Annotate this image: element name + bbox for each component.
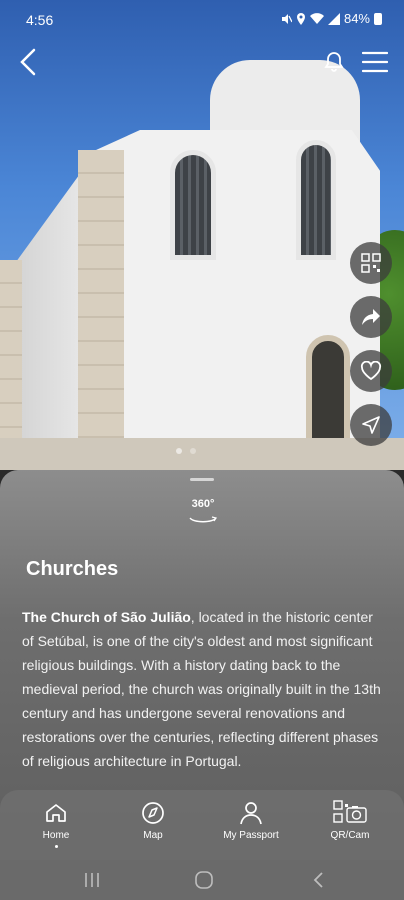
church-base — [0, 438, 404, 470]
view-360-button[interactable]: 360° — [186, 498, 220, 523]
carousel-dot[interactable] — [190, 448, 196, 454]
heart-icon — [360, 361, 382, 381]
qr-camera-icon — [333, 800, 367, 823]
description-text: The Church of São Julião, located in the… — [22, 605, 384, 773]
rotate-360-icon — [189, 516, 217, 523]
back-button[interactable] — [12, 44, 44, 80]
recent-apps-button[interactable] — [80, 868, 104, 892]
stone-pillar — [78, 150, 124, 470]
bottom-navigation: Home Map My Passport QR/Cam — [0, 790, 404, 860]
share-icon — [362, 309, 380, 325]
system-navigation-bar — [0, 860, 404, 900]
description-title: The Church of São Julião — [22, 609, 191, 625]
system-back-button[interactable] — [306, 868, 330, 892]
qr-code-button[interactable] — [350, 242, 392, 284]
category-heading: Churches — [26, 558, 119, 580]
system-home-button[interactable] — [192, 868, 216, 892]
nav-home-label: Home — [42, 830, 70, 841]
chevron-left-icon — [20, 48, 36, 76]
notifications-button[interactable] — [320, 46, 348, 78]
home-icon — [46, 804, 66, 822]
wifi-icon — [309, 12, 324, 24]
battery-icon — [374, 12, 382, 25]
nav-home[interactable]: Home — [11, 798, 101, 848]
nav-qr-cam[interactable]: QR/Cam — [305, 798, 395, 841]
recent-apps-icon — [85, 873, 99, 887]
menu-button[interactable] — [360, 46, 390, 78]
nav-map-label: Map — [143, 830, 163, 841]
church-window — [296, 140, 336, 260]
status-time: 4:56 — [26, 12, 54, 28]
nav-map[interactable]: Map — [108, 798, 198, 841]
back-icon — [313, 872, 323, 888]
bell-icon — [324, 52, 344, 72]
church-window — [170, 150, 216, 260]
share-button[interactable] — [350, 296, 392, 338]
status-bar: 4:56 84% — [0, 0, 404, 40]
signal-icon — [327, 12, 340, 25]
favorite-button[interactable] — [350, 350, 392, 392]
qr-code-icon — [361, 253, 381, 273]
home-circle-icon — [195, 871, 213, 889]
view-360-label: 360° — [191, 498, 215, 510]
status-icons: 84% — [280, 11, 382, 26]
nav-my-passport-label: My Passport — [223, 830, 279, 841]
carousel-dot[interactable] — [176, 448, 182, 454]
active-indicator — [54, 845, 58, 848]
sheet-drag-handle[interactable] — [190, 478, 214, 481]
compass-icon — [142, 802, 164, 824]
mute-icon — [281, 13, 292, 24]
user-icon — [240, 802, 262, 825]
description-body: , located in the historic center of Setú… — [22, 609, 381, 769]
hamburger-menu-icon — [362, 51, 388, 73]
navigation-arrow-icon — [362, 416, 380, 434]
navigate-button[interactable] — [350, 404, 392, 446]
battery-percent: 84% — [343, 11, 370, 26]
location-icon — [296, 12, 305, 25]
nav-my-passport[interactable]: My Passport — [206, 798, 296, 841]
nav-qr-cam-label: QR/Cam — [330, 830, 370, 841]
